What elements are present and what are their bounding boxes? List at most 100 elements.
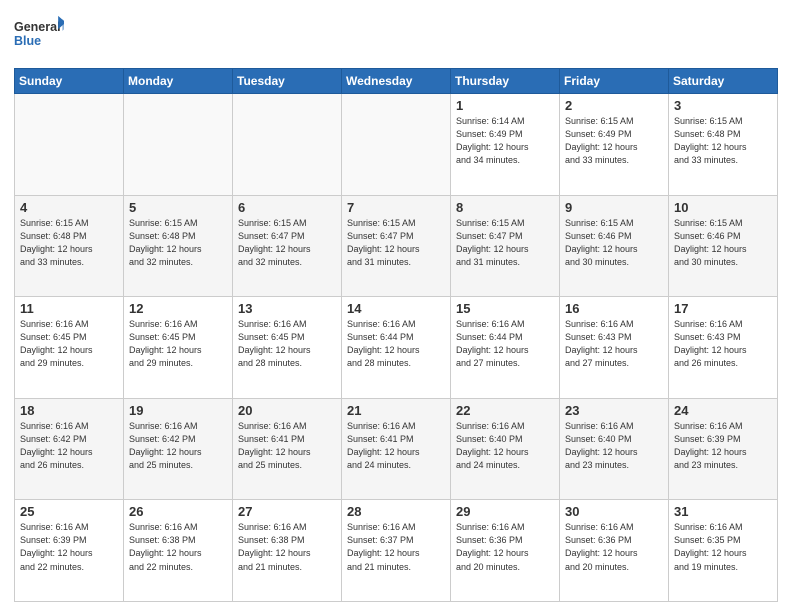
day-info: Sunrise: 6:16 AM Sunset: 6:40 PM Dayligh… — [456, 420, 554, 472]
day-info: Sunrise: 6:15 AM Sunset: 6:49 PM Dayligh… — [565, 115, 663, 167]
day-number: 29 — [456, 504, 554, 519]
day-info: Sunrise: 6:15 AM Sunset: 6:48 PM Dayligh… — [674, 115, 772, 167]
svg-text:General: General — [14, 20, 61, 34]
week-row-3: 11 Sunrise: 6:16 AM Sunset: 6:45 PM Dayli… — [15, 297, 778, 399]
calendar-cell: 25 Sunrise: 6:16 AM Sunset: 6:39 PM Dayli… — [15, 500, 124, 602]
week-row-1: 1Sunrise: 6:14 AM Sunset: 6:49 PM Daylig… — [15, 94, 778, 196]
day-header-friday: Friday — [560, 69, 669, 94]
logo: General Blue — [14, 10, 64, 60]
calendar-cell: 2 Sunrise: 6:15 AM Sunset: 6:49 PM Daylig… — [560, 94, 669, 196]
day-number: 17 — [674, 301, 772, 316]
svg-text:Blue: Blue — [14, 34, 41, 48]
calendar-cell: 16 Sunrise: 6:16 AM Sunset: 6:43 PM Dayli… — [560, 297, 669, 399]
day-number: 13 — [238, 301, 336, 316]
calendar-cell: 26Sunrise: 6:16 AM Sunset: 6:38 PM Dayli… — [124, 500, 233, 602]
day-info: Sunrise: 6:16 AM Sunset: 6:43 PM Dayligh… — [674, 318, 772, 370]
day-header-sunday: Sunday — [15, 69, 124, 94]
day-number: 28 — [347, 504, 445, 519]
day-info: Sunrise: 6:14 AM Sunset: 6:49 PM Dayligh… — [456, 115, 554, 167]
day-info: Sunrise: 6:16 AM Sunset: 6:43 PM Dayligh… — [565, 318, 663, 370]
calendar-cell: 6 Sunrise: 6:15 AM Sunset: 6:47 PM Daylig… — [233, 195, 342, 297]
day-info: Sunrise: 6:15 AM Sunset: 6:48 PM Dayligh… — [129, 217, 227, 269]
day-number: 15 — [456, 301, 554, 316]
calendar-cell: 14Sunrise: 6:16 AM Sunset: 6:44 PM Dayli… — [342, 297, 451, 399]
calendar-cell: 31Sunrise: 6:16 AM Sunset: 6:35 PM Dayli… — [669, 500, 778, 602]
calendar-cell — [233, 94, 342, 196]
calendar-cell: 22Sunrise: 6:16 AM Sunset: 6:40 PM Dayli… — [451, 398, 560, 500]
calendar-cell: 15 Sunrise: 6:16 AM Sunset: 6:44 PM Dayli… — [451, 297, 560, 399]
header: General Blue — [14, 10, 778, 60]
calendar-cell: 13Sunrise: 6:16 AM Sunset: 6:45 PM Dayli… — [233, 297, 342, 399]
calendar-cell: 20 Sunrise: 6:16 AM Sunset: 6:41 PM Dayli… — [233, 398, 342, 500]
day-number: 3 — [674, 98, 772, 113]
day-number: 6 — [238, 200, 336, 215]
calendar-cell: 11 Sunrise: 6:16 AM Sunset: 6:45 PM Dayli… — [15, 297, 124, 399]
calendar-cell: 5 Sunrise: 6:15 AM Sunset: 6:48 PM Daylig… — [124, 195, 233, 297]
day-number: 27 — [238, 504, 336, 519]
calendar-cell: 17 Sunrise: 6:16 AM Sunset: 6:43 PM Dayli… — [669, 297, 778, 399]
day-info: Sunrise: 6:16 AM Sunset: 6:36 PM Dayligh… — [456, 521, 554, 573]
calendar-cell: 7Sunrise: 6:15 AM Sunset: 6:47 PM Daylig… — [342, 195, 451, 297]
day-info: Sunrise: 6:15 AM Sunset: 6:46 PM Dayligh… — [674, 217, 772, 269]
calendar-cell: 9 Sunrise: 6:15 AM Sunset: 6:46 PM Daylig… — [560, 195, 669, 297]
calendar-cell: 23 Sunrise: 6:16 AM Sunset: 6:40 PM Dayli… — [560, 398, 669, 500]
day-info: Sunrise: 6:16 AM Sunset: 6:42 PM Dayligh… — [20, 420, 118, 472]
day-info: Sunrise: 6:15 AM Sunset: 6:47 PM Dayligh… — [238, 217, 336, 269]
day-header-monday: Monday — [124, 69, 233, 94]
calendar-cell: 30 Sunrise: 6:16 AM Sunset: 6:36 PM Dayli… — [560, 500, 669, 602]
day-number: 12 — [129, 301, 227, 316]
week-row-2: 4 Sunrise: 6:15 AM Sunset: 6:48 PM Daylig… — [15, 195, 778, 297]
calendar-cell: 12 Sunrise: 6:16 AM Sunset: 6:45 PM Dayli… — [124, 297, 233, 399]
day-number: 20 — [238, 403, 336, 418]
calendar-cell: 4Sunrise: 6:15 AM Sunset: 6:48 PM Daylig… — [15, 195, 124, 297]
calendar-cell: 1Sunrise: 6:14 AM Sunset: 6:49 PM Daylig… — [451, 94, 560, 196]
day-number: 18 — [20, 403, 118, 418]
day-info: Sunrise: 6:16 AM Sunset: 6:37 PM Dayligh… — [347, 521, 445, 573]
day-header-thursday: Thursday — [451, 69, 560, 94]
day-number: 14 — [347, 301, 445, 316]
day-info: Sunrise: 6:16 AM Sunset: 6:36 PM Dayligh… — [565, 521, 663, 573]
day-info: Sunrise: 6:16 AM Sunset: 6:42 PM Dayligh… — [129, 420, 227, 472]
day-info: Sunrise: 6:16 AM Sunset: 6:45 PM Dayligh… — [20, 318, 118, 370]
day-info: Sunrise: 6:16 AM Sunset: 6:45 PM Dayligh… — [129, 318, 227, 370]
day-info: Sunrise: 6:16 AM Sunset: 6:41 PM Dayligh… — [238, 420, 336, 472]
day-info: Sunrise: 6:15 AM Sunset: 6:47 PM Dayligh… — [456, 217, 554, 269]
day-info: Sunrise: 6:16 AM Sunset: 6:41 PM Dayligh… — [347, 420, 445, 472]
calendar-cell: 18 Sunrise: 6:16 AM Sunset: 6:42 PM Dayli… — [15, 398, 124, 500]
calendar-cell — [342, 94, 451, 196]
day-number: 24 — [674, 403, 772, 418]
week-row-5: 25 Sunrise: 6:16 AM Sunset: 6:39 PM Dayli… — [15, 500, 778, 602]
header-row: SundayMondayTuesdayWednesdayThursdayFrid… — [15, 69, 778, 94]
day-number: 30 — [565, 504, 663, 519]
day-info: Sunrise: 6:16 AM Sunset: 6:39 PM Dayligh… — [20, 521, 118, 573]
day-number: 16 — [565, 301, 663, 316]
calendar-cell — [124, 94, 233, 196]
logo-svg: General Blue — [14, 10, 64, 60]
calendar-cell: 28 Sunrise: 6:16 AM Sunset: 6:37 PM Dayli… — [342, 500, 451, 602]
calendar-cell: 19Sunrise: 6:16 AM Sunset: 6:42 PM Dayli… — [124, 398, 233, 500]
calendar-cell — [15, 94, 124, 196]
day-number: 11 — [20, 301, 118, 316]
day-number: 25 — [20, 504, 118, 519]
day-number: 9 — [565, 200, 663, 215]
day-number: 8 — [456, 200, 554, 215]
day-info: Sunrise: 6:15 AM Sunset: 6:46 PM Dayligh… — [565, 217, 663, 269]
day-info: Sunrise: 6:16 AM Sunset: 6:38 PM Dayligh… — [129, 521, 227, 573]
day-number: 2 — [565, 98, 663, 113]
day-number: 10 — [674, 200, 772, 215]
page: General Blue SundayMondayTuesdayWednesda… — [0, 0, 792, 612]
day-number: 7 — [347, 200, 445, 215]
day-number: 23 — [565, 403, 663, 418]
calendar-cell: 21 Sunrise: 6:16 AM Sunset: 6:41 PM Dayli… — [342, 398, 451, 500]
day-number: 5 — [129, 200, 227, 215]
day-number: 21 — [347, 403, 445, 418]
day-header-wednesday: Wednesday — [342, 69, 451, 94]
day-info: Sunrise: 6:16 AM Sunset: 6:44 PM Dayligh… — [456, 318, 554, 370]
day-info: Sunrise: 6:16 AM Sunset: 6:40 PM Dayligh… — [565, 420, 663, 472]
day-number: 4 — [20, 200, 118, 215]
day-info: Sunrise: 6:16 AM Sunset: 6:38 PM Dayligh… — [238, 521, 336, 573]
calendar-cell: 29 Sunrise: 6:16 AM Sunset: 6:36 PM Dayli… — [451, 500, 560, 602]
day-number: 31 — [674, 504, 772, 519]
calendar-cell: 10 Sunrise: 6:15 AM Sunset: 6:46 PM Dayli… — [669, 195, 778, 297]
week-row-4: 18 Sunrise: 6:16 AM Sunset: 6:42 PM Dayli… — [15, 398, 778, 500]
